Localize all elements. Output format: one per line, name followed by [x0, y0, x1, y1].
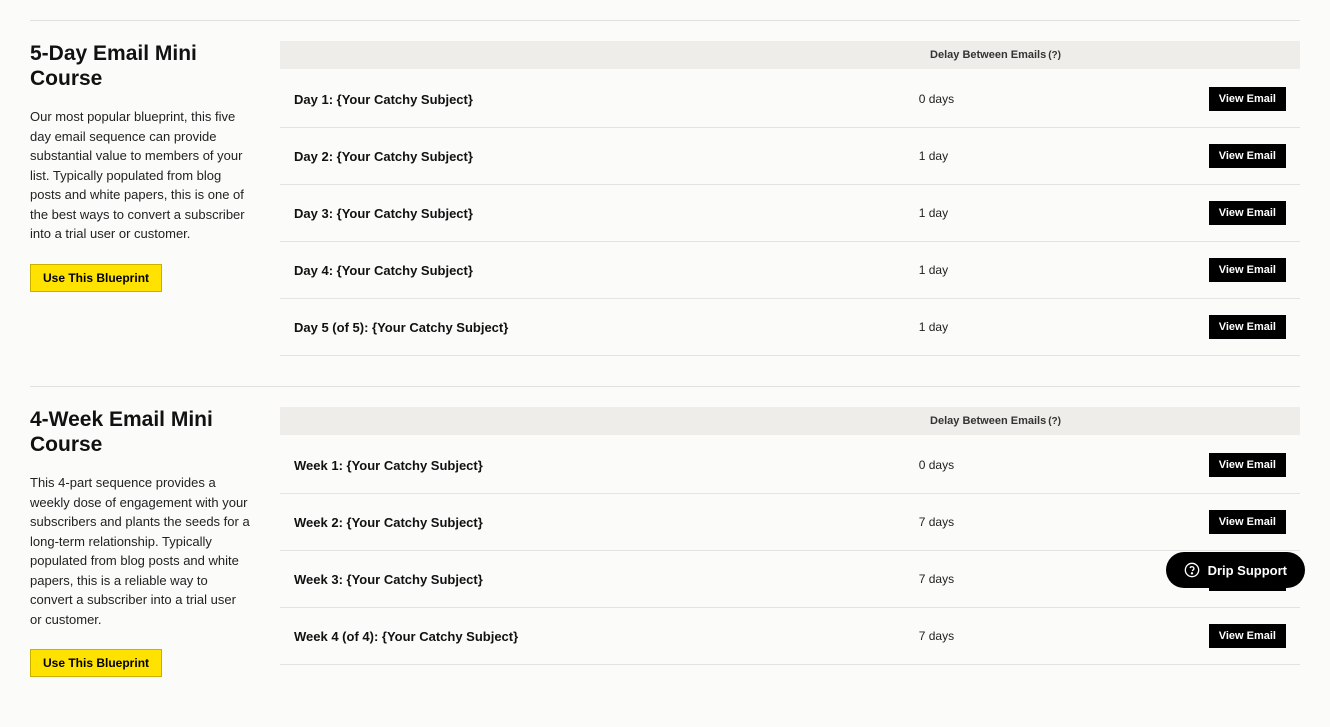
table-row: Week 4 (of 4): {Your Catchy Subject} 7 d…: [280, 608, 1300, 665]
view-email-button[interactable]: View Email: [1209, 201, 1286, 225]
email-subject: Week 4 (of 4): {Your Catchy Subject}: [294, 629, 919, 644]
support-widget-label: Drip Support: [1208, 563, 1287, 578]
table-row: Day 2: {Your Catchy Subject} 1 day View …: [280, 128, 1300, 185]
delay-header-text: Delay Between Emails: [930, 49, 1046, 61]
email-subject: Day 2: {Your Catchy Subject}: [294, 149, 919, 164]
table-row: Week 1: {Your Catchy Subject} 0 days Vie…: [280, 437, 1300, 494]
use-blueprint-button[interactable]: Use This Blueprint: [30, 264, 162, 292]
help-icon[interactable]: (?): [1048, 50, 1061, 61]
blueprint-sidebar: 4-Week Email Mini Course This 4-part seq…: [30, 407, 280, 677]
table-row: Day 1: {Your Catchy Subject} 0 days View…: [280, 71, 1300, 128]
blueprint-section-5day: 5-Day Email Mini Course Our most popular…: [30, 20, 1300, 356]
blueprint-content: Delay Between Emails (?) Day 1: {Your Ca…: [280, 41, 1300, 356]
email-delay: 1 day: [919, 263, 1209, 277]
table-row: Week 3: {Your Catchy Subject} 7 days Vie…: [280, 551, 1300, 608]
view-email-button[interactable]: View Email: [1209, 87, 1286, 111]
email-subject: Day 3: {Your Catchy Subject}: [294, 206, 919, 221]
delay-header-label: Delay Between Emails (?): [930, 415, 1061, 427]
help-icon[interactable]: (?): [1048, 416, 1061, 427]
email-subject: Day 4: {Your Catchy Subject}: [294, 263, 919, 278]
use-blueprint-button[interactable]: Use This Blueprint: [30, 649, 162, 677]
email-subject: Day 1: {Your Catchy Subject}: [294, 92, 919, 107]
blueprint-title: 4-Week Email Mini Course: [30, 407, 250, 457]
email-subject: Week 3: {Your Catchy Subject}: [294, 572, 919, 587]
email-delay: 7 days: [919, 515, 1209, 529]
blueprint-content: Delay Between Emails (?) Week 1: {Your C…: [280, 407, 1300, 677]
delay-header-label: Delay Between Emails (?): [930, 49, 1061, 61]
table-header-row: Delay Between Emails (?): [280, 41, 1300, 69]
help-circle-icon: [1184, 562, 1200, 578]
blueprint-description: Our most popular blueprint, this five da…: [30, 107, 250, 244]
table-row: Week 2: {Your Catchy Subject} 7 days Vie…: [280, 494, 1300, 551]
page-container: 5-Day Email Mini Course Our most popular…: [30, 20, 1300, 677]
view-email-button[interactable]: View Email: [1209, 144, 1286, 168]
table-row: Day 3: {Your Catchy Subject} 1 day View …: [280, 185, 1300, 242]
view-email-button[interactable]: View Email: [1209, 258, 1286, 282]
table-row: Day 5 (of 5): {Your Catchy Subject} 1 da…: [280, 299, 1300, 356]
email-delay: 7 days: [919, 629, 1209, 643]
blueprint-title: 5-Day Email Mini Course: [30, 41, 250, 91]
email-delay: 1 day: [919, 149, 1209, 163]
table-header-row: Delay Between Emails (?): [280, 407, 1300, 435]
email-delay: 7 days: [919, 572, 1209, 586]
email-subject: Week 2: {Your Catchy Subject}: [294, 515, 919, 530]
blueprint-section-4week: 4-Week Email Mini Course This 4-part seq…: [30, 386, 1300, 677]
email-delay: 1 day: [919, 206, 1209, 220]
blueprint-sidebar: 5-Day Email Mini Course Our most popular…: [30, 41, 280, 356]
email-delay: 0 days: [919, 92, 1209, 106]
table-row: Day 4: {Your Catchy Subject} 1 day View …: [280, 242, 1300, 299]
support-widget-button[interactable]: Drip Support: [1166, 552, 1305, 588]
view-email-button[interactable]: View Email: [1209, 315, 1286, 339]
delay-header-text: Delay Between Emails: [930, 415, 1046, 427]
email-subject: Day 5 (of 5): {Your Catchy Subject}: [294, 320, 919, 335]
email-delay: 0 days: [919, 458, 1209, 472]
email-subject: Week 1: {Your Catchy Subject}: [294, 458, 919, 473]
email-delay: 1 day: [919, 320, 1209, 334]
view-email-button[interactable]: View Email: [1209, 453, 1286, 477]
view-email-button[interactable]: View Email: [1209, 510, 1286, 534]
view-email-button[interactable]: View Email: [1209, 624, 1286, 648]
